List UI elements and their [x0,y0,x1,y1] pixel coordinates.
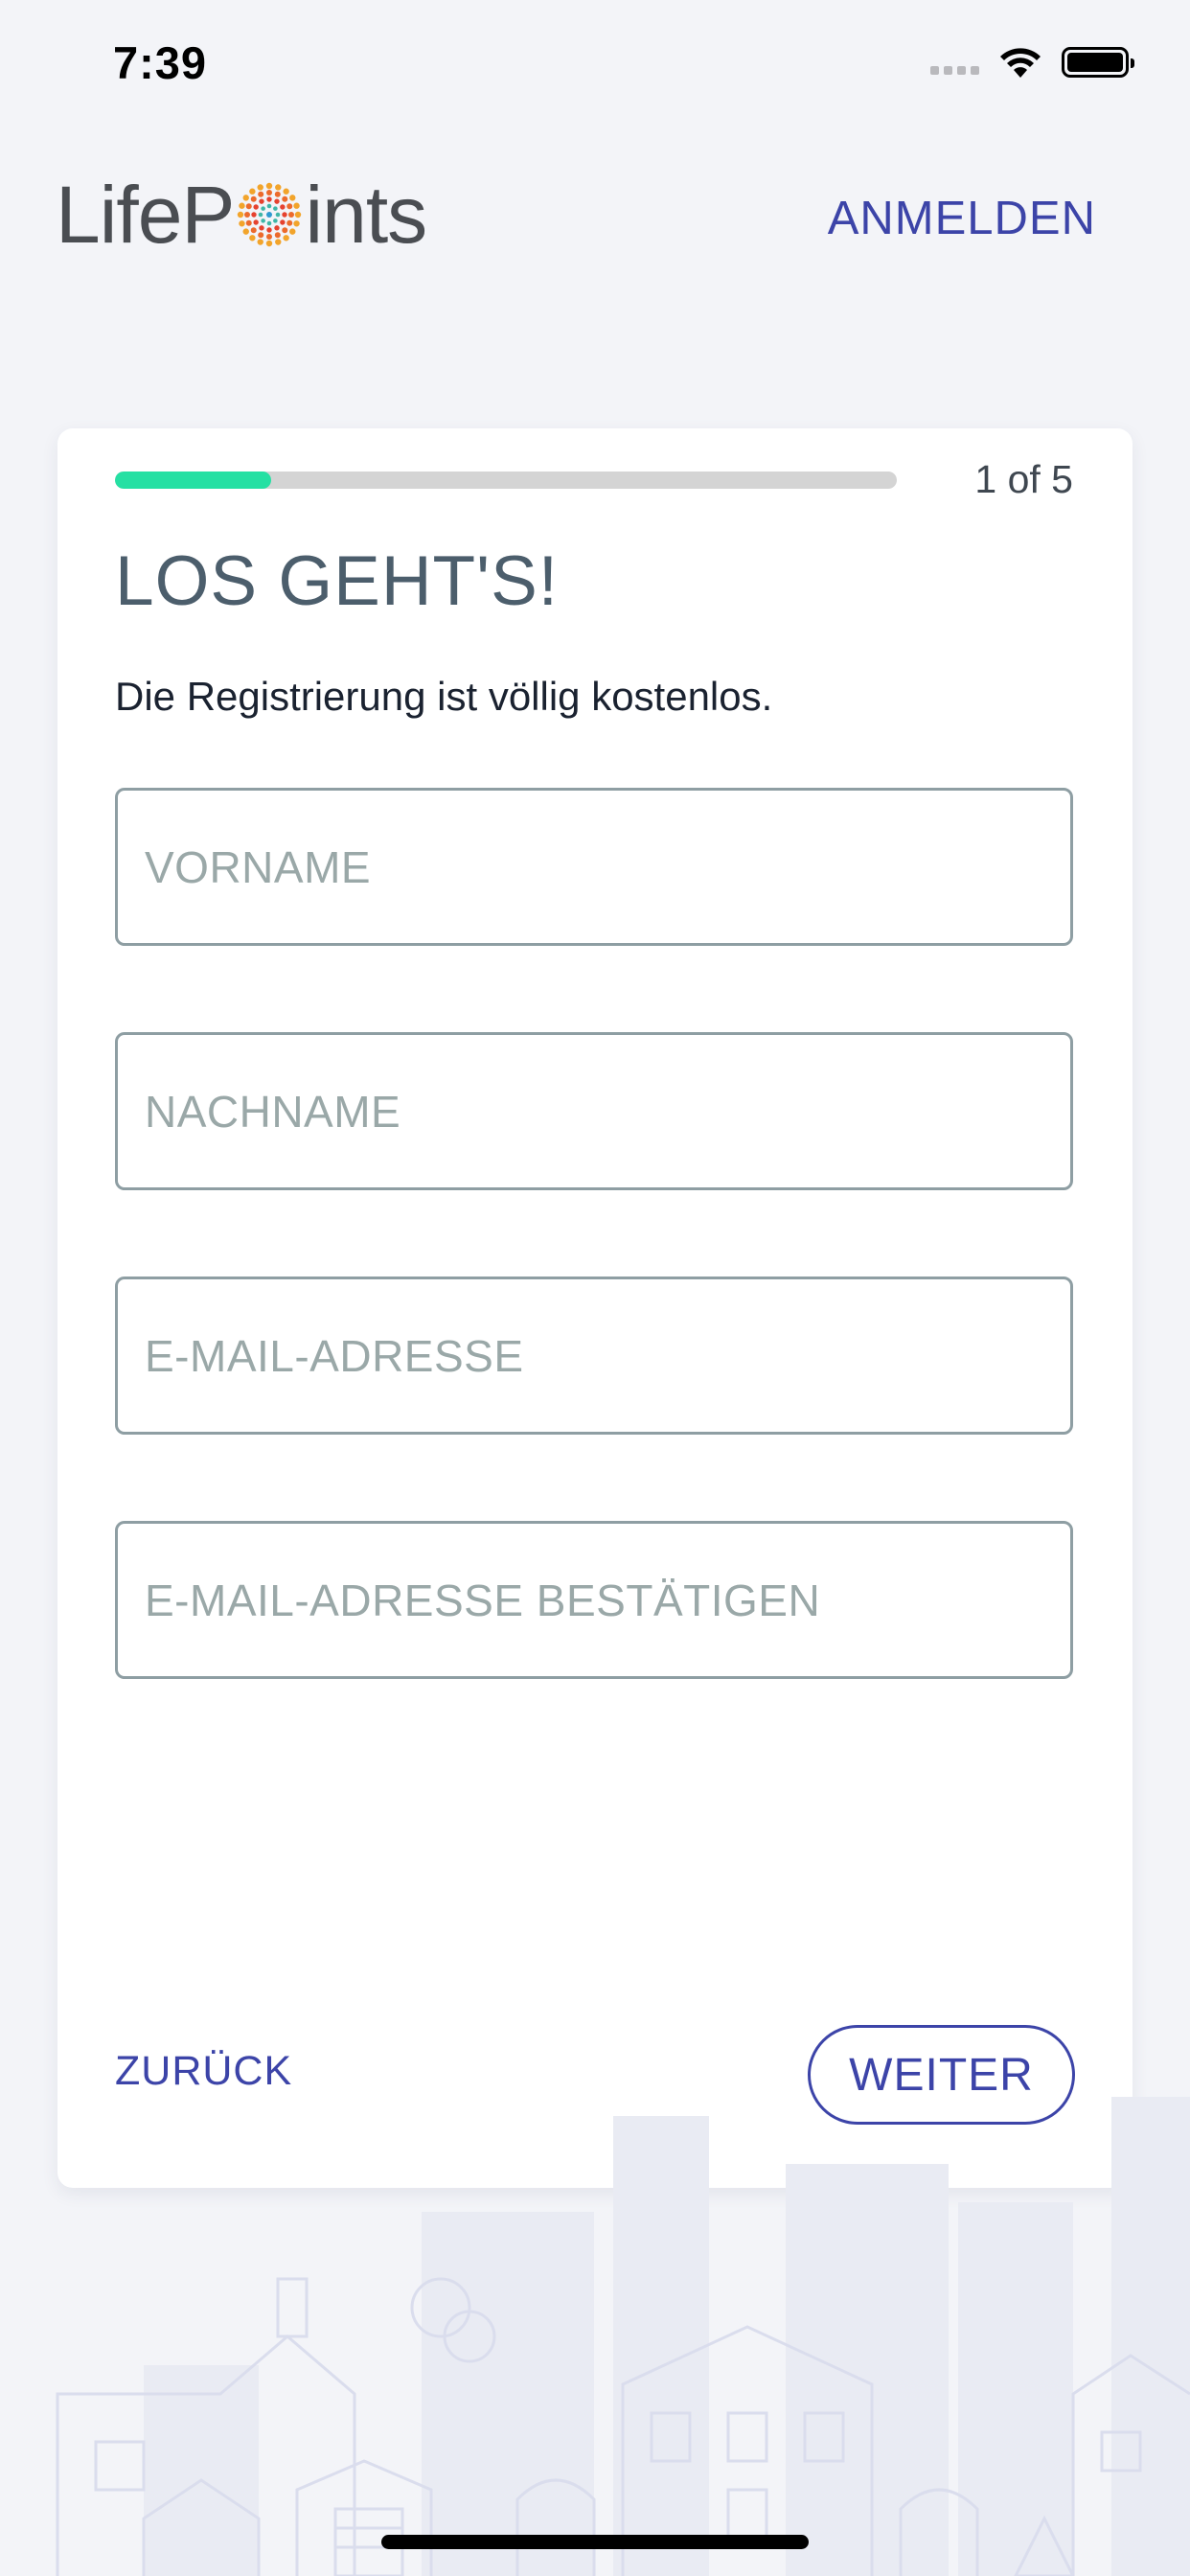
status-time: 7:39 [113,37,208,88]
email-confirm-field[interactable] [115,1521,1073,1679]
progress-fill [115,472,272,489]
city-skyline-illustration [56,2097,1190,2576]
lifepoints-logo-mark [238,182,302,247]
wifi-icon [1000,48,1041,78]
battery-icon [1062,47,1134,78]
page-title: LOS GEHT'S! [115,542,560,620]
progress-bar [115,472,897,489]
logo-text-right: ints [305,170,427,260]
status-icons [930,46,1134,79]
home-indicator [381,2535,809,2549]
cellular-signal-icon [930,50,979,75]
page-subtitle: Die Registrierung ist völlig kostenlos. [115,674,773,719]
lifepoints-logo: LifeP ints [56,170,427,260]
first-name-field[interactable] [115,788,1073,946]
logo-text-left: LifeP [56,170,235,260]
signup-card: 1 of 5 LOS GEHT'S! Die Registrierung ist… [57,428,1133,2188]
step-counter: 1 of 5 [974,457,1073,501]
signin-link[interactable]: ANMELDEN [828,192,1096,245]
email-field[interactable] [115,1276,1073,1435]
last-name-field[interactable] [115,1032,1073,1190]
